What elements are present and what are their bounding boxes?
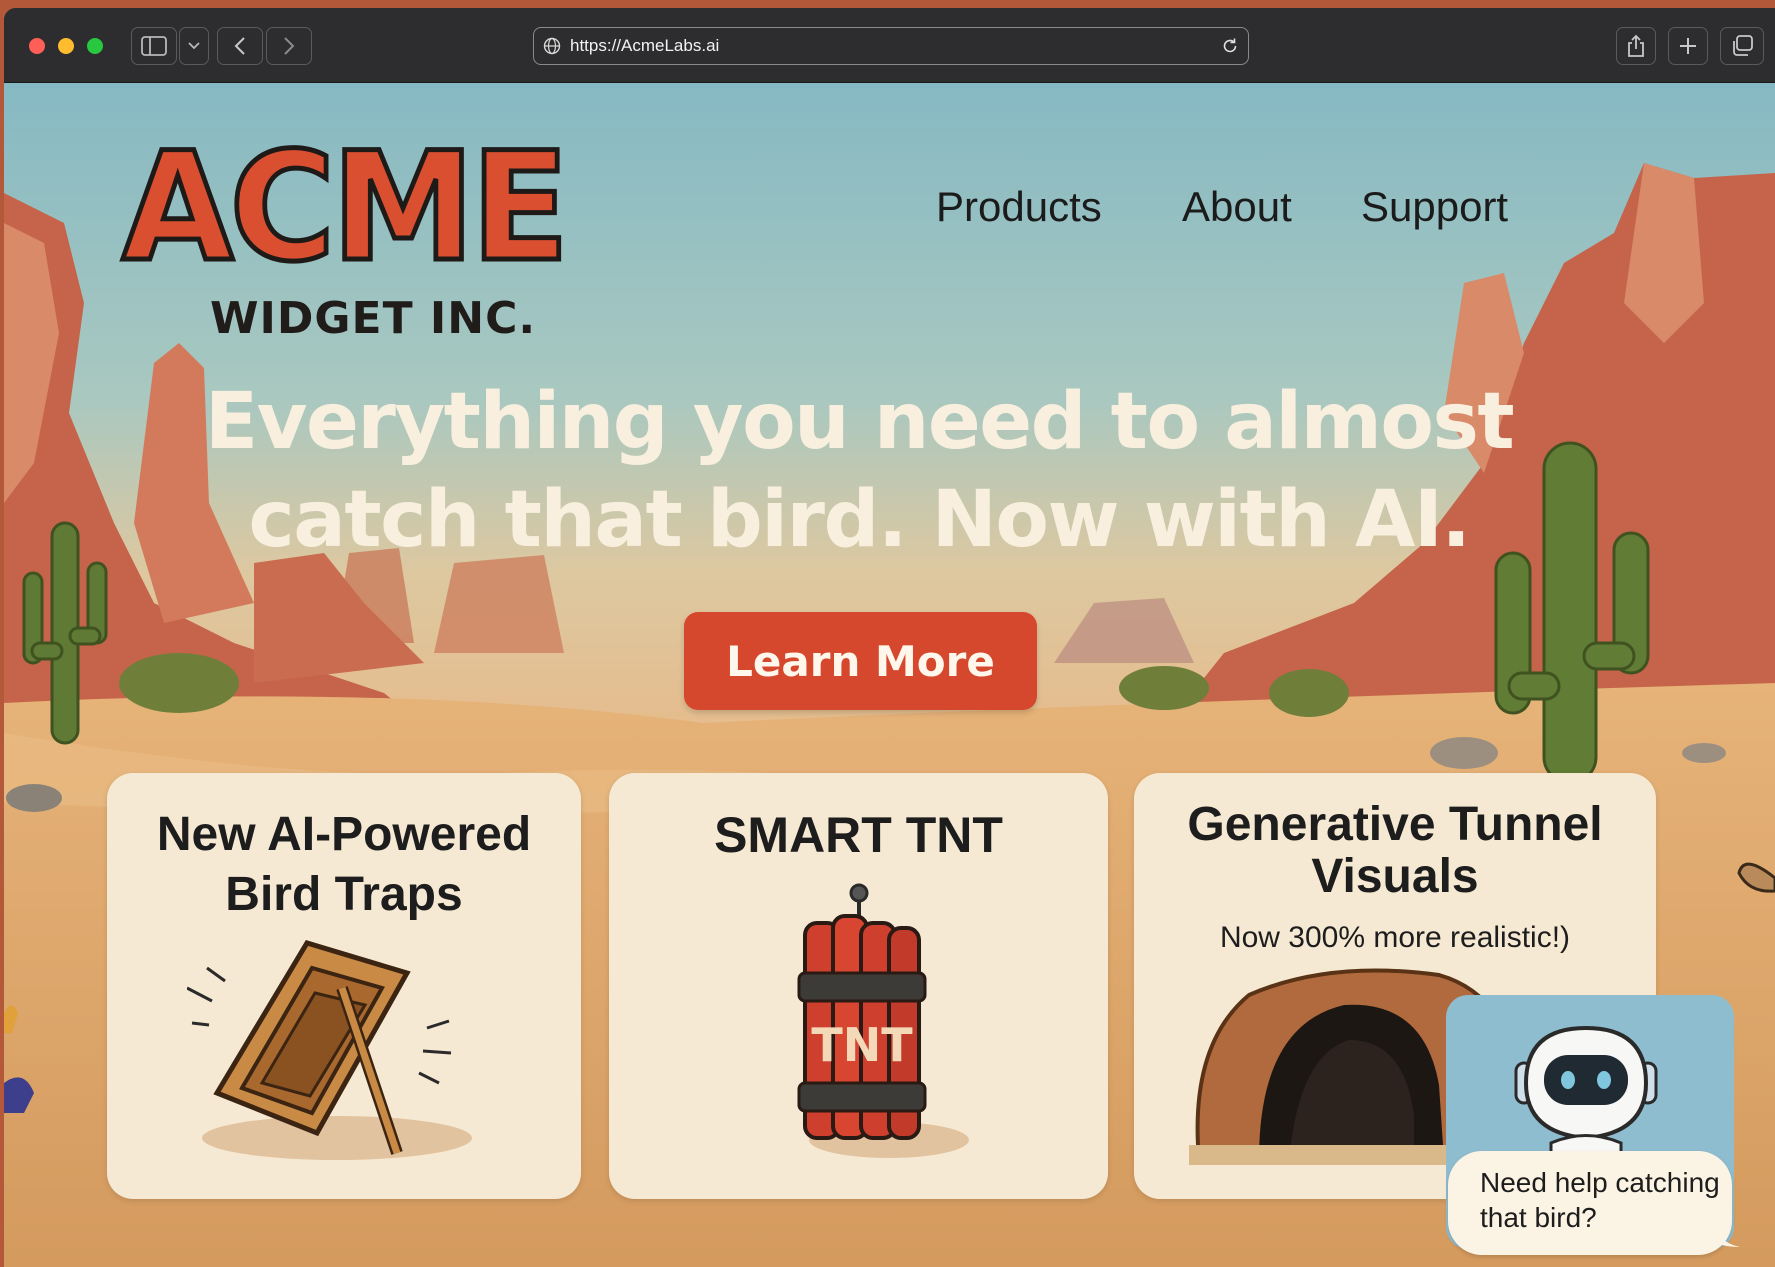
share-icon bbox=[1628, 34, 1644, 57]
zoom-window-button[interactable] bbox=[87, 38, 103, 54]
tab-group-menu-button[interactable] bbox=[179, 27, 209, 65]
close-window-button[interactable] bbox=[29, 38, 45, 54]
globe-icon bbox=[543, 37, 561, 55]
back-button[interactable] bbox=[217, 27, 263, 65]
card-subtitle: Now 300% more realistic!) bbox=[1219, 921, 1571, 954]
sidebar-icon bbox=[141, 36, 167, 56]
plus-icon bbox=[1680, 38, 1696, 54]
card-title: SMART TNT bbox=[714, 807, 1003, 863]
bush bbox=[1269, 669, 1349, 717]
minimize-window-button[interactable] bbox=[58, 38, 74, 54]
bush bbox=[119, 653, 239, 713]
card-title: New AI-Powered Bird Traps bbox=[156, 808, 532, 921]
web-page: ACME WIDGET INC. Products About Support … bbox=[4, 83, 1775, 1267]
chat-widget[interactable]: Need help catching that bird? bbox=[1446, 995, 1740, 1255]
card-title: Generative Tunnel Visuals bbox=[1187, 798, 1603, 903]
brand-logo[interactable]: ACME bbox=[120, 131, 572, 286]
rock bbox=[6, 784, 62, 812]
share-button[interactable] bbox=[1616, 27, 1656, 65]
new-tab-button[interactable] bbox=[1668, 27, 1708, 65]
robot-icon bbox=[1514, 1025, 1658, 1153]
forward-button[interactable] bbox=[266, 27, 312, 65]
chat-message: Need help catching that bird? bbox=[1480, 1167, 1720, 1233]
chevron-down-icon bbox=[188, 42, 200, 50]
nav-products-link[interactable]: Products bbox=[936, 183, 1102, 231]
url-text[interactable]: https://AcmeLabs.ai bbox=[570, 36, 719, 56]
nav-about-link[interactable]: About bbox=[1182, 183, 1292, 231]
rock bbox=[1430, 737, 1498, 769]
nav-support-link[interactable]: Support bbox=[1361, 183, 1508, 231]
rock bbox=[1682, 743, 1726, 763]
browser-toolbar: https://AcmeLabs.ai bbox=[4, 8, 1775, 83]
address-bar[interactable]: https://AcmeLabs.ai bbox=[533, 27, 1249, 65]
tnt-label: TNT bbox=[811, 1018, 913, 1072]
sidebar-toggle-button[interactable] bbox=[131, 27, 177, 65]
tabs-overview-icon bbox=[1733, 35, 1753, 56]
learn-more-button[interactable]: Learn More bbox=[684, 612, 1037, 710]
bush bbox=[1119, 666, 1209, 710]
box-trap-icon bbox=[187, 940, 472, 1160]
tnt-icon: TNT bbox=[797, 883, 969, 1158]
far-mesa bbox=[434, 555, 564, 653]
reload-icon[interactable] bbox=[1221, 37, 1239, 55]
product-card-smart-tnt[interactable]: SMART TNT TNT bbox=[609, 773, 1108, 1199]
browser-window: https://AcmeLabs.ai ACME WIDGET INC. Pro… bbox=[4, 8, 1775, 1267]
hero-headline: Everything you need to almost catch that… bbox=[204, 377, 1515, 565]
product-card-bird-traps[interactable]: New AI-Powered Bird Traps bbox=[107, 773, 581, 1199]
chevron-left-icon bbox=[234, 37, 245, 55]
brand-subtitle: WIDGET INC. bbox=[210, 293, 537, 344]
chevron-right-icon bbox=[284, 37, 295, 55]
tab-overview-button[interactable] bbox=[1720, 27, 1764, 65]
